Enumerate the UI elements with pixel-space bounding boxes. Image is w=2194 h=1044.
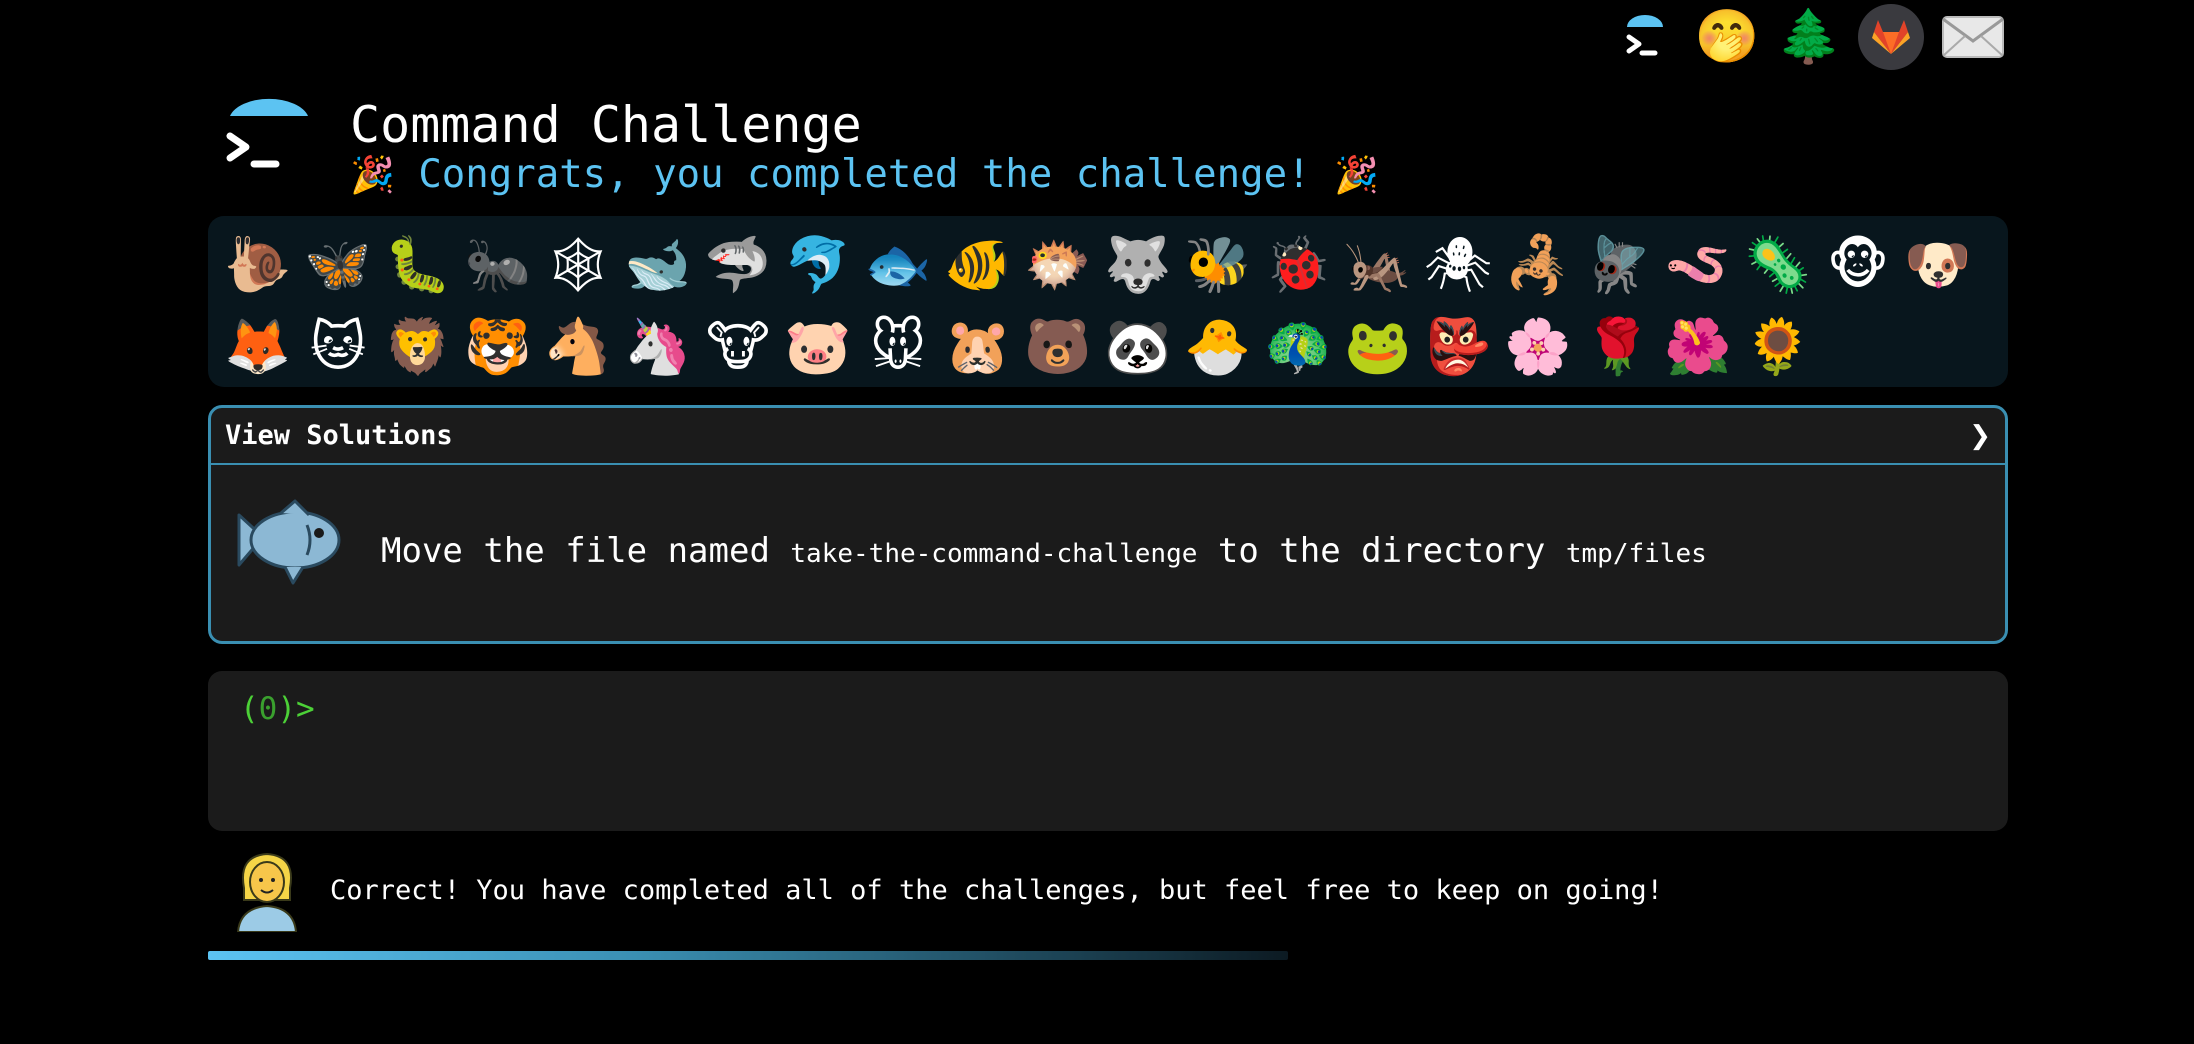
- sunflower-icon[interactable]: 🌻: [1738, 306, 1818, 388]
- terminal-logo-icon[interactable]: [1612, 4, 1678, 70]
- task-text: to the directory: [1197, 531, 1566, 571]
- worm-icon[interactable]: 🪱: [1658, 224, 1738, 306]
- ant-icon[interactable]: 🐜: [458, 224, 538, 306]
- cricket-icon[interactable]: 🦗: [1338, 224, 1418, 306]
- site-logo[interactable]: [224, 94, 314, 184]
- snail-icon[interactable]: 🐌: [218, 224, 298, 306]
- hibiscus-icon[interactable]: 🌺: [1658, 306, 1738, 388]
- congrats-text: Congrats, you completed the challenge!: [418, 152, 1311, 197]
- view-solutions-label: View Solutions: [225, 420, 453, 451]
- scorpion-icon[interactable]: 🦂: [1498, 224, 1578, 306]
- cherry-blossom-icon[interactable]: 🌸: [1498, 306, 1578, 388]
- command-input[interactable]: [318, 689, 1972, 731]
- gitlab-icon[interactable]: [1858, 4, 1924, 70]
- progress-bar: [208, 951, 2008, 960]
- goblin-icon[interactable]: 👺: [1418, 306, 1498, 388]
- terminal[interactable]: (0)>: [208, 671, 2008, 831]
- chevron-right-icon: ❯: [1969, 420, 1991, 451]
- shushing-face-icon[interactable]: 🤭: [1694, 4, 1760, 70]
- fly-icon[interactable]: 🪰: [1578, 224, 1658, 306]
- page-title: Command Challenge: [350, 96, 862, 154]
- microbe-icon[interactable]: 🦠: [1738, 224, 1818, 306]
- fish-icon: [233, 493, 343, 593]
- hatching-chick-icon[interactable]: 🐣: [1178, 306, 1258, 388]
- fish-icon[interactable]: 🐟: [858, 224, 938, 306]
- challenge-body: Move the file named take-the-command-cha…: [211, 465, 2005, 641]
- file-name-code: take-the-command-challenge: [790, 539, 1198, 569]
- caterpillar-icon[interactable]: 🐛: [378, 224, 458, 306]
- challenge-description: Move the file named take-the-command-cha…: [381, 531, 1707, 571]
- party-popper-icon: 🎉: [1334, 155, 1379, 196]
- dolphin-icon[interactable]: 🐬: [778, 224, 858, 306]
- peacock-icon[interactable]: 🦚: [1258, 306, 1338, 388]
- feedback-row: Correct! You have completed all of the c…: [234, 848, 1663, 933]
- monkey-face-icon[interactable]: 🐵: [1818, 224, 1898, 306]
- blowfish-icon[interactable]: 🐡: [1018, 224, 1098, 306]
- target-directory-code: tmp/files: [1565, 539, 1707, 569]
- pig-face-icon[interactable]: 🐷: [778, 306, 858, 388]
- envelope-icon[interactable]: [1940, 4, 2006, 70]
- challenge-panel: View Solutions ❯ Move the file named tak…: [208, 405, 2008, 644]
- party-popper-icon: 🎉: [350, 155, 395, 196]
- feedback-message: Correct! You have completed all of the c…: [330, 874, 1663, 906]
- horse-face-icon[interactable]: 🐴: [538, 306, 618, 388]
- butterfly-icon[interactable]: 🦋: [298, 224, 378, 306]
- whale-icon[interactable]: 🐋: [618, 224, 698, 306]
- woman-avatar-icon: [234, 848, 300, 933]
- congrats-subtitle: 🎉 Congrats, you completed the challenge!…: [350, 152, 1379, 197]
- progress-fill: [208, 951, 1288, 960]
- cat-face-icon[interactable]: 🐱: [298, 306, 378, 388]
- task-text: Move the file named: [381, 531, 791, 571]
- terminal-prompt: (0)>: [240, 691, 315, 727]
- prompt-count: 0: [258, 691, 278, 727]
- tiger-face-icon[interactable]: 🐯: [458, 306, 538, 388]
- bee-icon[interactable]: 🐝: [1178, 224, 1258, 306]
- unicorn-icon[interactable]: 🦄: [618, 306, 698, 388]
- fox-icon[interactable]: 🦊: [218, 306, 298, 388]
- rose-icon[interactable]: 🌹: [1578, 306, 1658, 388]
- dog-face-icon[interactable]: 🐶: [1898, 224, 1978, 306]
- completed-challenges-strip: 🐌 🦋 🐛 🐜 🕸 🐋 🦈 🐬 🐟 🐠 🐡 🐺 🐝 🐞 🦗 🕷 🦂 🪰 🪱 🦠 🐵 🐶 🦊 🐱 🦁 🐯 🐴 🦄 🐮 🐷 🐭 🐹 🐻 🐼 🐣 🦚 🐸 👺 🌸 🌹…: [208, 216, 2008, 387]
- hamster-icon[interactable]: 🐹: [938, 306, 1018, 388]
- mouse-face-icon[interactable]: 🐭: [858, 306, 938, 388]
- panda-icon[interactable]: 🐼: [1098, 306, 1178, 388]
- wolf-icon[interactable]: 🐺: [1098, 224, 1178, 306]
- evergreen-tree-icon[interactable]: 🌲: [1776, 4, 1842, 70]
- spider-icon[interactable]: 🕷: [1418, 224, 1498, 306]
- lion-icon[interactable]: 🦁: [378, 306, 458, 388]
- view-solutions-toggle[interactable]: View Solutions ❯: [211, 408, 2005, 465]
- tropical-fish-icon[interactable]: 🐠: [938, 224, 1018, 306]
- cow-face-icon[interactable]: 🐮: [698, 306, 778, 388]
- frog-icon[interactable]: 🐸: [1338, 306, 1418, 388]
- shark-icon[interactable]: 🦈: [698, 224, 778, 306]
- top-nav: 🤭 🌲: [1612, 4, 2006, 70]
- ladybug-icon[interactable]: 🐞: [1258, 224, 1338, 306]
- spider-web-icon[interactable]: 🕸: [538, 224, 618, 306]
- bear-icon[interactable]: 🐻: [1018, 306, 1098, 388]
